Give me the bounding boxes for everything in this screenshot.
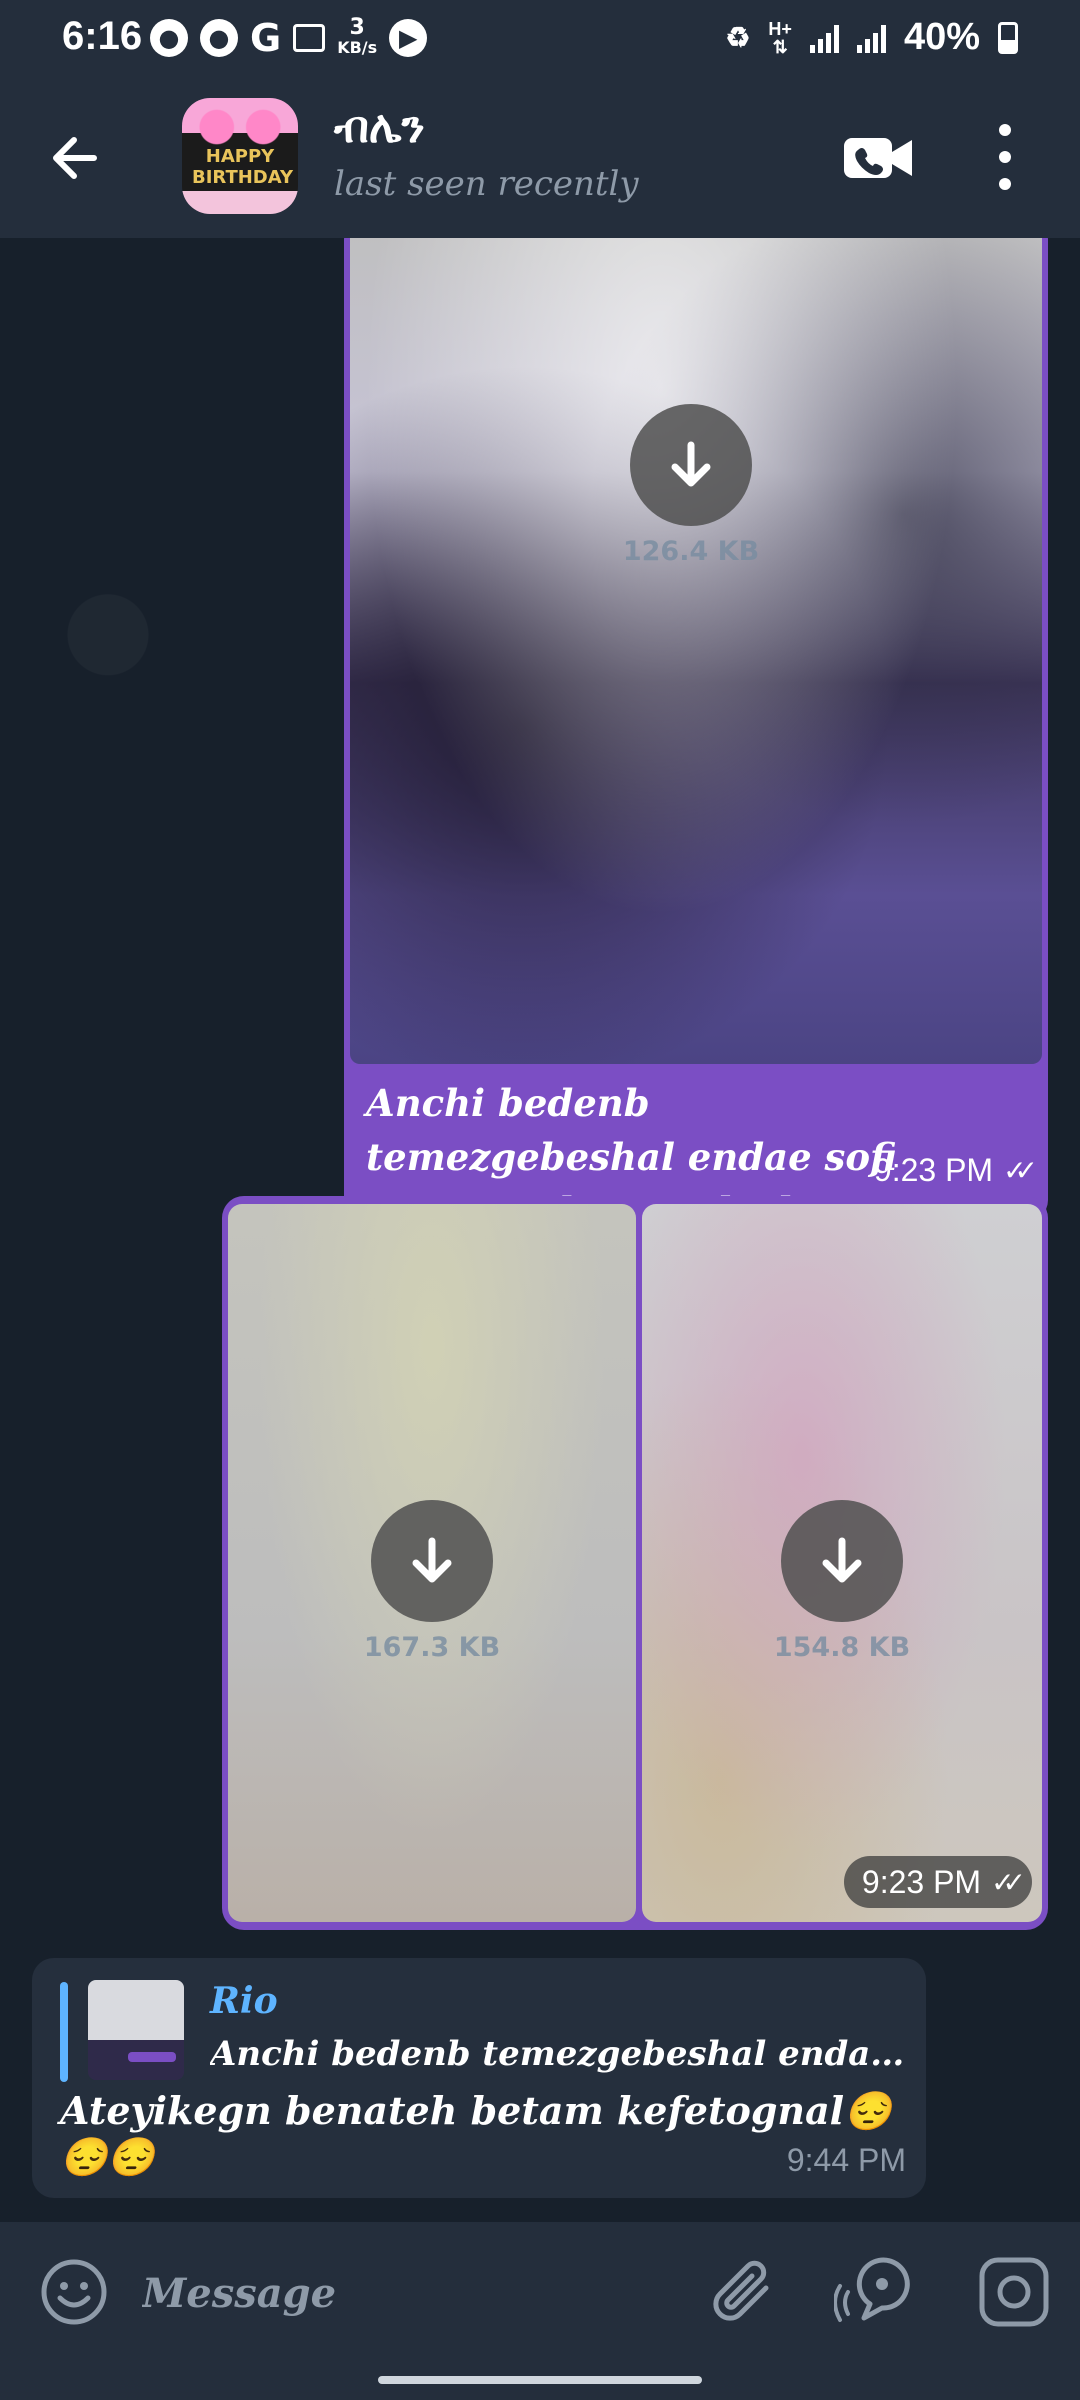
signal-icon bbox=[809, 23, 839, 53]
download-button[interactable] bbox=[371, 1500, 493, 1622]
status-time: 6:16 bbox=[62, 14, 143, 58]
video-call-icon bbox=[844, 138, 912, 178]
message-timestamp: 9:44 PM bbox=[786, 2142, 906, 2178]
message-input-bar bbox=[0, 2222, 1080, 2360]
status-notification-icons: ● ● G 3 KB/s ▶ bbox=[150, 15, 428, 60]
message-input[interactable] bbox=[140, 2262, 664, 2324]
file-size: 167.3 KB bbox=[363, 1632, 501, 1663]
battery-icon bbox=[998, 21, 1018, 54]
reply-author[interactable]: Rio bbox=[210, 1980, 278, 2022]
download-arrow-icon bbox=[412, 1537, 452, 1583]
status-bar: 6:16 ● ● G 3 KB/s ▶ ♻ H+ ⇅ 40% bbox=[0, 0, 1080, 80]
reply-quoted-text[interactable]: Anchi bedenb temezgebeshal endae sofi se… bbox=[210, 2034, 910, 2074]
reply-indicator-bar bbox=[60, 1982, 68, 2082]
more-options-button[interactable] bbox=[990, 124, 1020, 190]
message-timestamp: 9:23 PM ✓✓ bbox=[843, 1856, 1032, 1908]
paperclip-icon bbox=[713, 2260, 769, 2321]
download-button[interactable] bbox=[630, 404, 752, 526]
dot-icon bbox=[999, 151, 1011, 163]
file-size: 126.4 KB bbox=[622, 536, 760, 567]
outgoing-album-message[interactable]: 167.3 KB 154.8 KB 9:23 PM ✓✓ bbox=[222, 1196, 1048, 1930]
play-icon: ▶ bbox=[389, 19, 428, 57]
status-system-icons: ♻ H+ ⇅ 40% bbox=[725, 16, 1018, 59]
home-indicator[interactable] bbox=[378, 2376, 702, 2384]
dot-icon bbox=[999, 124, 1011, 136]
attach-button[interactable] bbox=[708, 2254, 778, 2330]
file-size: 154.8 KB bbox=[773, 1632, 911, 1663]
double-check-icon: ✓✓ bbox=[1003, 1155, 1038, 1186]
location-icon: ● bbox=[200, 19, 238, 57]
dot-icon bbox=[999, 178, 1011, 190]
double-check-icon: ✓✓ bbox=[991, 1866, 1026, 1898]
chat-header: HAPPY BIRTHDAY ብሌን last seen recently bbox=[0, 80, 1080, 239]
smiley-icon bbox=[41, 2259, 107, 2325]
download-arrow-icon bbox=[671, 441, 711, 487]
chat-area[interactable]: 126.4 KB Anchi bedenb temezgebeshal enda… bbox=[0, 238, 1080, 2222]
message-timestamp: 9:23 PM ✓✓ bbox=[873, 1152, 1038, 1188]
camera-button[interactable] bbox=[978, 2256, 1050, 2328]
arrow-left-icon bbox=[53, 137, 97, 179]
outgoing-photo-message[interactable]: 126.4 KB Anchi bedenb temezgebeshal enda… bbox=[344, 238, 1048, 1233]
album-photo[interactable]: 167.3 KB bbox=[228, 1204, 636, 1922]
emoji-button[interactable] bbox=[40, 2258, 108, 2326]
incoming-reply-message[interactable]: Rio Anchi bedenb temezgebeshal endae sof… bbox=[32, 1958, 926, 2198]
system-nav-bar bbox=[0, 2360, 1080, 2400]
recycle-icon: ♻ bbox=[725, 22, 751, 53]
signal-icon bbox=[856, 23, 886, 53]
back-button[interactable] bbox=[44, 126, 108, 190]
net-speed: 3 KB/s bbox=[337, 15, 378, 58]
download-button[interactable] bbox=[781, 1500, 903, 1622]
location-icon: ● bbox=[150, 19, 188, 57]
voice-button[interactable] bbox=[833, 2252, 914, 2332]
google-icon: G bbox=[250, 16, 282, 60]
download-arrow-icon bbox=[822, 1537, 862, 1583]
album-photo[interactable]: 154.8 KB bbox=[642, 1204, 1042, 1922]
chat-title[interactable]: ብሌን bbox=[334, 102, 425, 153]
avatar-text: HAPPY BIRTHDAY bbox=[192, 146, 293, 188]
reply-thumbnail[interactable] bbox=[88, 1980, 184, 2080]
battery-percent: 40% bbox=[903, 16, 980, 58]
last-seen-status: last seen recently bbox=[334, 164, 639, 204]
blurred-photo[interactable]: 126.4 KB bbox=[350, 238, 1042, 1064]
data-arrows-icon: H+ ⇅ bbox=[768, 18, 792, 57]
image-icon bbox=[293, 24, 326, 52]
avatar[interactable]: HAPPY BIRTHDAY bbox=[182, 98, 298, 214]
camera-icon bbox=[979, 2257, 1049, 2327]
voice-message-icon bbox=[833, 2257, 910, 2322]
video-call-button[interactable] bbox=[842, 132, 914, 184]
